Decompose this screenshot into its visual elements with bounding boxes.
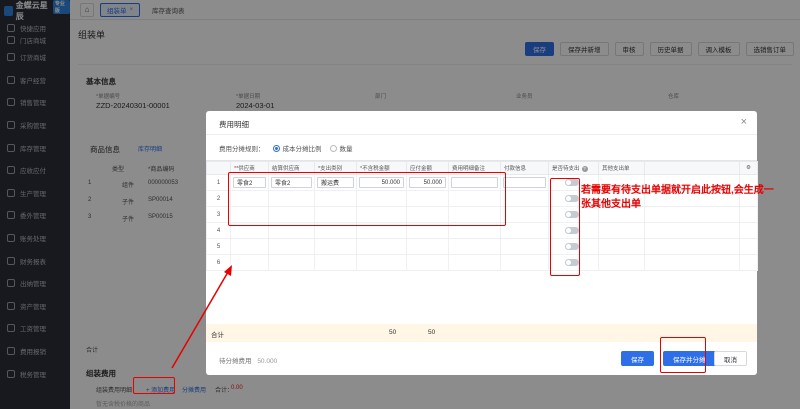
annotation-arrow [171,265,232,369]
